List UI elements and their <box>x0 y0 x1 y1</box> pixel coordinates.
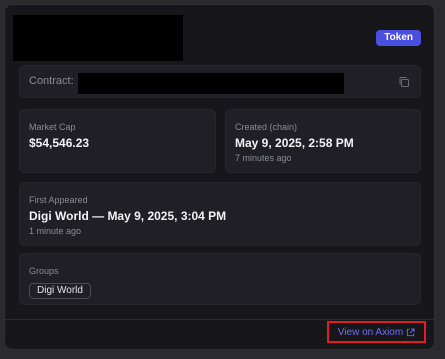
redacted-token-name <box>13 15 183 61</box>
contract-panel: Contract: <box>19 65 421 98</box>
market-cap-value: $54,546.23 <box>29 136 90 150</box>
groups-panel: Groups Digi World <box>19 253 421 305</box>
created-label: Created (chain) <box>235 122 298 132</box>
copy-icon[interactable] <box>398 76 410 88</box>
created-value: May 9, 2025, 2:58 PM <box>235 136 354 150</box>
groups-label: Groups <box>29 266 59 276</box>
token-badge: Token <box>376 30 421 46</box>
external-link-icon <box>407 327 415 336</box>
first-appeared-label: First Appeared <box>29 195 88 205</box>
first-appeared-relative: 1 minute ago <box>29 226 82 236</box>
first-appeared-value: Digi World — May 9, 2025, 3:04 PM <box>29 209 227 223</box>
view-on-axiom-link[interactable]: View on Axiom <box>327 321 426 343</box>
contract-label: Contract: <box>29 75 74 87</box>
market-cap-label: Market Cap <box>29 122 76 132</box>
market-cap-panel: Market Cap $54,546.23 <box>19 109 216 173</box>
token-card: Token Contract: Market Cap $54,546.23 Cr… <box>4 4 435 350</box>
first-appeared-panel: First Appeared Digi World — May 9, 2025,… <box>19 182 421 246</box>
view-on-axiom-label: View on Axiom <box>337 326 404 338</box>
created-relative: 7 minutes ago <box>235 153 292 163</box>
group-chip[interactable]: Digi World <box>29 283 91 299</box>
footer-divider <box>5 319 434 320</box>
created-panel: Created (chain) May 9, 2025, 2:58 PM 7 m… <box>225 109 421 173</box>
redacted-contract-address <box>78 73 344 94</box>
